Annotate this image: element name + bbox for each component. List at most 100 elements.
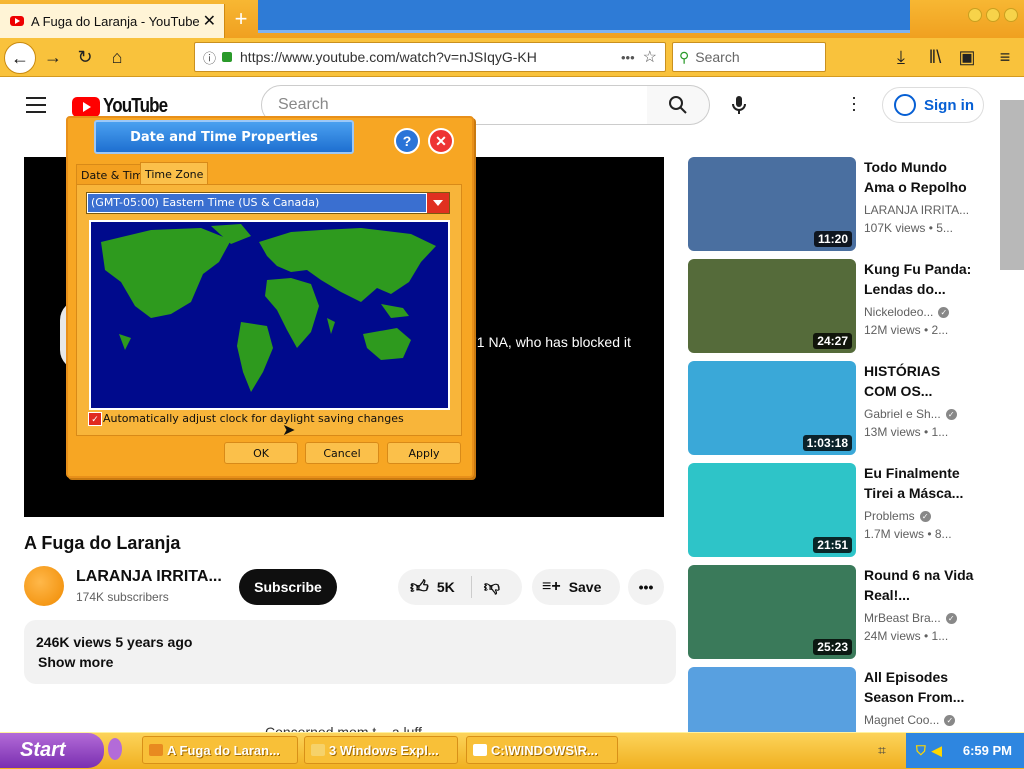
lock-icon bbox=[222, 52, 233, 62]
minimize-button[interactable] bbox=[968, 8, 982, 22]
verified-check-icon: ✓ bbox=[938, 307, 950, 319]
folder-icon bbox=[311, 744, 325, 756]
voice-search-button[interactable] bbox=[720, 86, 758, 124]
settings-more-icon[interactable]: · · · bbox=[844, 88, 864, 118]
downloads-button[interactable]: ⤓ bbox=[886, 42, 916, 72]
verified-check-icon: ✓ bbox=[945, 613, 957, 625]
recommended-video-title[interactable]: HISTÓRIAS COM OS... bbox=[864, 361, 974, 401]
video-thumbnail[interactable]: 11:20 bbox=[688, 157, 856, 251]
browser-search-field[interactable]: ⚲ Search bbox=[672, 42, 826, 72]
channel-name[interactable]: LARANJA IRRITA... bbox=[76, 568, 222, 586]
recommended-channel[interactable]: Gabriel e Sh... ✓ bbox=[864, 407, 957, 421]
recommended-video-title[interactable]: Todo Mundo Ama o Repolho bbox=[864, 157, 974, 197]
task-label: A Fuga do Laran... bbox=[167, 742, 280, 758]
tray-network-icon[interactable]: ⌗ bbox=[878, 742, 886, 759]
url-text[interactable]: https://www.youtube.com/watch?v=nJSIqyG-… bbox=[240, 49, 570, 65]
volume-icon[interactable]: ◀ bbox=[932, 743, 942, 759]
video-thumbnail[interactable]: 24:27 bbox=[688, 259, 856, 353]
sidebar-button[interactable]: ▣ bbox=[952, 42, 982, 72]
task-button-explorer[interactable]: 3 Windows Expl... bbox=[304, 736, 458, 764]
add-to-playlist-icon: ≡+ bbox=[542, 578, 561, 595]
dropdown-arrow-icon[interactable] bbox=[427, 193, 449, 213]
browser-tab[interactable]: A Fuga do Laranja - YouTube ✕ bbox=[0, 4, 225, 38]
sign-in-button[interactable]: Sign in bbox=[882, 87, 984, 123]
recommended-channel[interactable]: Magnet Coo... ✓ bbox=[864, 713, 956, 727]
tab-close-icon[interactable]: ✕ bbox=[203, 11, 216, 31]
video-thumbnail[interactable]: 25:23 bbox=[688, 565, 856, 659]
show-more-link[interactable]: Show more bbox=[38, 654, 113, 670]
bookmark-star-icon[interactable]: ☆ bbox=[643, 47, 657, 67]
guide-menu-icon[interactable] bbox=[26, 97, 46, 118]
subscriber-count: 174K subscribers bbox=[76, 590, 169, 604]
recommended-channel-name: Nickelodeo... bbox=[864, 305, 934, 319]
menu-button[interactable]: ≡ bbox=[990, 42, 1020, 72]
recommended-video[interactable]: 21:51 Eu Finalmente Tirei a Másca... Probl… bbox=[688, 463, 988, 557]
dst-checkbox[interactable]: ✓ bbox=[88, 412, 102, 426]
youtube-search-button[interactable] bbox=[647, 85, 710, 125]
recommended-views: 13M views • 1... bbox=[864, 425, 949, 439]
window-title-strip bbox=[258, 0, 910, 33]
recommended-video-title[interactable]: All Episodes Season From... bbox=[864, 667, 974, 707]
firefox-icon bbox=[149, 744, 163, 756]
video-title: A Fuga do Laranja bbox=[24, 533, 181, 553]
save-label: Save bbox=[568, 579, 602, 595]
home-button[interactable]: ⌂ bbox=[102, 42, 132, 72]
recommended-video[interactable]: 1:03:18 HISTÓRIAS COM OS... Gabriel e Sh..… bbox=[688, 361, 988, 455]
dst-label: Automatically adjust clock for daylight … bbox=[103, 412, 404, 425]
microphone-icon bbox=[732, 96, 746, 114]
recommended-video-title[interactable]: Kung Fu Panda: Lendas do... bbox=[864, 259, 974, 299]
save-button[interactable]: ≡+ Save bbox=[532, 569, 620, 605]
recommended-video[interactable]: 11:20 Todo Mundo Ama o Repolho LARANJA IRR… bbox=[688, 157, 988, 251]
video-thumbnail[interactable]: 21:51 bbox=[688, 463, 856, 557]
browser-search-placeholder: Search bbox=[695, 49, 740, 65]
task-button-browser[interactable]: A Fuga do Laran... bbox=[142, 736, 298, 764]
reload-button[interactable]: ↻ bbox=[70, 42, 100, 72]
library-button[interactable]: ‖\ bbox=[920, 42, 950, 72]
forward-button[interactable]: → bbox=[38, 42, 68, 72]
quick-launch-icon[interactable] bbox=[108, 738, 122, 760]
dialog-close-button[interactable]: ✕ bbox=[428, 128, 454, 154]
description-box[interactable]: 246K views 5 years ago Show more bbox=[24, 620, 676, 684]
recommended-channel[interactable]: Problems ✓ bbox=[864, 509, 931, 523]
subscribe-button[interactable]: Subscribe bbox=[239, 569, 337, 605]
like-dislike-group: 👍︎ 5K 👎︎ bbox=[398, 569, 522, 605]
tab-time-zone[interactable]: Time Zone bbox=[140, 162, 209, 185]
maximize-button[interactable] bbox=[986, 8, 1000, 22]
recommended-channel[interactable]: LARANJA IRRITA... bbox=[864, 203, 969, 217]
apply-button[interactable]: Apply bbox=[387, 442, 461, 464]
recommended-video[interactable]: 24:27 Kung Fu Panda: Lendas do... Nickelod… bbox=[688, 259, 988, 353]
like-count[interactable]: 5K bbox=[437, 579, 455, 595]
views-and-date: 246K views 5 years ago bbox=[36, 634, 193, 650]
recommended-video-title[interactable]: Round 6 na Vida Real!... bbox=[864, 565, 974, 605]
recommended-video[interactable]: 25:23 Round 6 na Vida Real!... MrBeast Bra… bbox=[688, 565, 988, 659]
video-duration: 25:23 bbox=[813, 639, 852, 655]
page-scrollbar[interactable] bbox=[1000, 100, 1024, 270]
help-icon[interactable]: ? bbox=[394, 128, 420, 154]
info-icon[interactable]: ⓘ bbox=[203, 48, 216, 67]
task-button-run[interactable]: C:\WINDOWS\R... bbox=[466, 736, 618, 764]
new-tab-button[interactable]: + bbox=[230, 6, 252, 32]
security-shield-icon[interactable]: ⛉ bbox=[916, 743, 926, 759]
recommended-channel-name: Problems bbox=[864, 509, 915, 523]
clock[interactable]: 6:59 PM bbox=[963, 743, 1012, 758]
reload-icon: ↻ bbox=[77, 46, 93, 67]
more-actions-button[interactable]: ••• bbox=[628, 569, 664, 605]
back-button[interactable]: ← bbox=[4, 42, 36, 74]
like-icon[interactable]: 👍︎ bbox=[410, 576, 429, 598]
youtube-logo-text: YouTube bbox=[103, 95, 168, 117]
url-bar[interactable]: ⓘ https://www.youtube.com/watch?v=nJSIqy… bbox=[194, 42, 666, 72]
timezone-select[interactable]: (GMT-05:00) Eastern Time (US & Canada) bbox=[86, 192, 450, 214]
recommended-video-title[interactable]: Eu Finalmente Tirei a Másca... bbox=[864, 463, 974, 503]
video-thumbnail[interactable]: 1:03:18 bbox=[688, 361, 856, 455]
recommended-channel[interactable]: Nickelodeo... ✓ bbox=[864, 305, 950, 319]
search-icon bbox=[669, 96, 687, 114]
cancel-button[interactable]: Cancel bbox=[305, 442, 379, 464]
youtube-logo[interactable]: YouTube bbox=[72, 95, 179, 118]
dislike-icon[interactable]: 👎︎ bbox=[484, 578, 500, 597]
recommended-channel[interactable]: MrBeast Bra... ✓ bbox=[864, 611, 957, 625]
ok-button[interactable]: OK bbox=[224, 442, 298, 464]
channel-avatar[interactable] bbox=[24, 566, 64, 606]
start-button[interactable]: Start bbox=[0, 733, 104, 768]
page-actions-icon[interactable]: ••• bbox=[621, 50, 635, 65]
close-window-button[interactable] bbox=[1004, 8, 1018, 22]
